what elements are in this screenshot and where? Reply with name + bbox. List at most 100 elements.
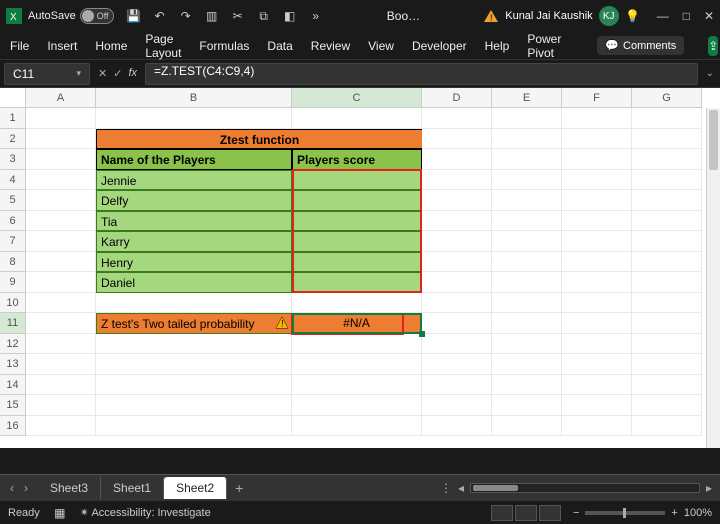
cell[interactable] <box>492 416 562 437</box>
cell[interactable] <box>422 334 492 355</box>
macro-icon[interactable]: ▦ <box>52 505 68 521</box>
col-header-b[interactable]: B <box>96 88 292 108</box>
document-name[interactable]: Boo… <box>330 9 478 23</box>
cell[interactable] <box>422 293 492 314</box>
cell[interactable] <box>492 129 562 150</box>
player-name[interactable]: Daniel <box>96 272 292 293</box>
cell[interactable] <box>96 293 292 314</box>
cell[interactable] <box>492 272 562 293</box>
cell[interactable] <box>292 354 422 375</box>
cell[interactable] <box>632 313 702 334</box>
fx-icon[interactable]: fx <box>128 67 137 80</box>
cell[interactable] <box>422 108 492 129</box>
cell[interactable] <box>632 170 702 191</box>
row-header[interactable]: 1 <box>0 108 26 129</box>
cell[interactable] <box>422 190 492 211</box>
row-header[interactable]: 12 <box>0 334 26 355</box>
col-header-e[interactable]: E <box>492 88 562 108</box>
cell[interactable] <box>26 354 96 375</box>
undo-icon[interactable]: ↶ <box>152 8 168 24</box>
cell[interactable] <box>422 416 492 437</box>
cut-icon[interactable]: ✂ <box>230 8 246 24</box>
row-header[interactable]: 15 <box>0 395 26 416</box>
tab-developer[interactable]: Developer <box>412 39 467 53</box>
save-icon[interactable]: 💾 <box>126 8 142 24</box>
row-header[interactable]: 2 <box>0 129 26 150</box>
header-score[interactable]: Players score <box>292 149 422 170</box>
cell[interactable] <box>562 129 632 150</box>
zoom-in-icon[interactable]: + <box>671 507 677 519</box>
cell[interactable] <box>562 375 632 396</box>
cell[interactable] <box>26 170 96 191</box>
row-header[interactable]: 3 <box>0 149 26 170</box>
player-name[interactable]: Jennie <box>96 170 292 191</box>
hscroll-left-icon[interactable]: ◂ <box>458 481 464 495</box>
horizontal-scrollbar[interactable] <box>470 483 700 493</box>
sheet-next-icon[interactable]: › <box>24 481 28 495</box>
cell[interactable] <box>632 375 702 396</box>
cell[interactable] <box>632 190 702 211</box>
col-header-a[interactable]: A <box>26 88 96 108</box>
sheet-menu-icon[interactable]: ⋮ <box>440 481 452 495</box>
player-score[interactable] <box>292 190 422 211</box>
comments-button[interactable]: 💬Comments <box>597 36 684 55</box>
cell[interactable] <box>562 252 632 273</box>
header-name[interactable]: Name of the Players <box>96 149 292 170</box>
cell[interactable] <box>26 231 96 252</box>
tab-home[interactable]: Home <box>95 39 127 53</box>
copy-icon[interactable]: ⧉ <box>256 8 272 24</box>
row-header[interactable]: 7 <box>0 231 26 252</box>
cell[interactable] <box>632 334 702 355</box>
cell[interactable] <box>562 334 632 355</box>
cell[interactable] <box>492 149 562 170</box>
cell[interactable] <box>96 354 292 375</box>
cell[interactable] <box>562 293 632 314</box>
cell[interactable] <box>562 395 632 416</box>
cell[interactable] <box>422 354 492 375</box>
row-header[interactable]: 5 <box>0 190 26 211</box>
zoom-value[interactable]: 100% <box>684 507 712 519</box>
row-header[interactable]: 10 <box>0 293 26 314</box>
table-title[interactable]: Ztest function <box>96 129 422 150</box>
minimize-icon[interactable]: — <box>657 9 669 23</box>
tab-data[interactable]: Data <box>267 39 292 53</box>
cell[interactable] <box>492 252 562 273</box>
cell[interactable] <box>492 375 562 396</box>
tab-help[interactable]: Help <box>485 39 510 53</box>
row-header[interactable]: 13 <box>0 354 26 375</box>
cell[interactable] <box>562 211 632 232</box>
user-account[interactable]: Kunal Jai Kaushik KJ <box>505 6 618 26</box>
tab-formulas[interactable]: Formulas <box>199 39 249 53</box>
sheet-tab-sheet3[interactable]: Sheet3 <box>38 477 101 499</box>
maximize-icon[interactable]: □ <box>683 9 690 23</box>
cell[interactable] <box>422 375 492 396</box>
formula-input[interactable]: =Z.TEST(C4:C9,4) <box>145 63 698 85</box>
sheet-tab-sheet2[interactable]: Sheet2 <box>164 477 227 499</box>
cell[interactable] <box>632 231 702 252</box>
player-score[interactable] <box>292 231 422 252</box>
warning-icon[interactable]: ! <box>483 8 499 24</box>
cell[interactable] <box>632 108 702 129</box>
cell[interactable] <box>562 190 632 211</box>
qat-more-icon[interactable]: » <box>308 8 324 24</box>
cell[interactable] <box>292 108 422 129</box>
row-header[interactable]: 6 <box>0 211 26 232</box>
cell[interactable] <box>492 108 562 129</box>
col-header-g[interactable]: G <box>632 88 702 108</box>
cell[interactable] <box>422 272 492 293</box>
cell[interactable] <box>96 375 292 396</box>
player-score[interactable] <box>292 272 422 293</box>
cell[interactable] <box>492 231 562 252</box>
cell[interactable] <box>632 149 702 170</box>
cell[interactable] <box>492 395 562 416</box>
cell[interactable] <box>292 375 422 396</box>
cell[interactable] <box>562 108 632 129</box>
row-header[interactable]: 8 <box>0 252 26 273</box>
cell[interactable] <box>96 416 292 437</box>
cell[interactable] <box>632 211 702 232</box>
row-header[interactable]: 4 <box>0 170 26 191</box>
cell[interactable] <box>492 211 562 232</box>
cell[interactable] <box>562 170 632 191</box>
cell[interactable] <box>422 149 492 170</box>
cell[interactable] <box>492 334 562 355</box>
